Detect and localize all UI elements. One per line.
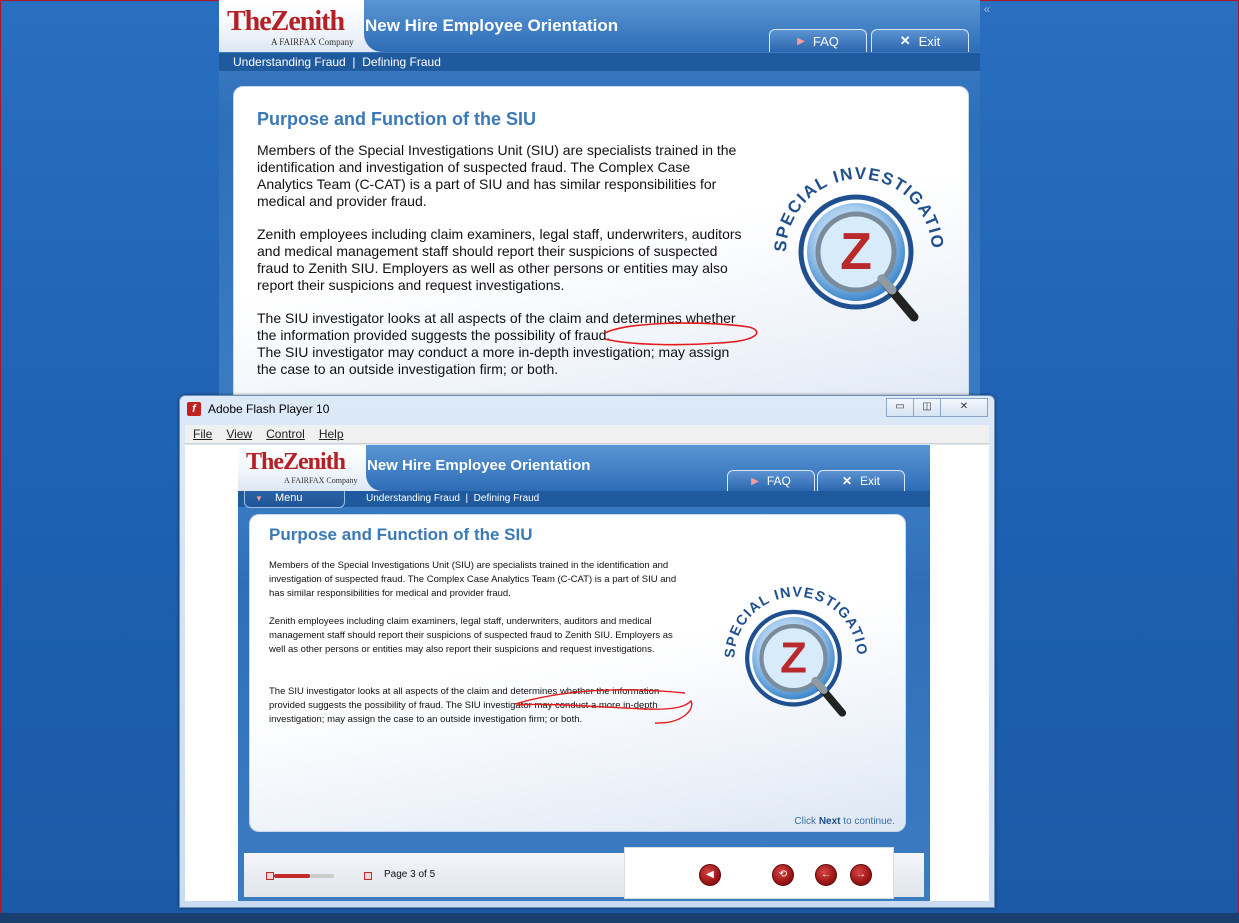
maximize-button[interactable]: ◫ [913, 398, 941, 417]
zenith-logo: TheZenith [227, 6, 345, 37]
play-triangle-icon: ▶ [751, 475, 759, 487]
close-button[interactable]: ✕ [940, 398, 988, 417]
paragraph-1: Members of the Special Investigations Un… [257, 142, 737, 209]
menu-control[interactable]: Control [266, 427, 305, 441]
flash-logo-icon: f [187, 402, 201, 416]
collapse-icon[interactable]: « [980, 2, 994, 16]
course-shell-top: TheZenith A FAIRFAX Company New Hire Emp… [219, 0, 980, 400]
exit-label: Exit [918, 33, 941, 49]
exit-button-small[interactable]: ✕ Exit [817, 470, 905, 491]
close-icon: ✕ [899, 33, 911, 48]
replay-button[interactable]: ⟲ [772, 864, 794, 886]
zenith-logo-small: TheZenith [246, 449, 346, 475]
progress-fill [274, 874, 310, 878]
taskbar [0, 913, 1239, 923]
faq-button[interactable]: ▶ FAQ [769, 29, 867, 52]
audio-button[interactable]: ◀ [699, 864, 721, 886]
exit-label: Exit [860, 474, 881, 488]
flash-stage: TheZenith A FAIRFAX Company New Hire Emp… [185, 445, 989, 901]
page-marker-icon [364, 872, 372, 880]
next-prefix: Click [794, 816, 819, 827]
next-button[interactable]: → [850, 864, 872, 886]
menu-label: Menu [275, 492, 303, 504]
red-annotation-flash [514, 689, 693, 724]
logo-subtitle-small: A FAIRFAX Company [284, 476, 358, 485]
progress-bar [274, 874, 334, 878]
breadcrumb-text: Understanding Fraud | Defining Fraud [233, 55, 441, 69]
z-letter: Z [840, 223, 872, 281]
menu-bar: File View Control Help [185, 425, 989, 444]
menu-button[interactable]: ▼ Menu [244, 491, 345, 508]
flash-player-window: f Adobe Flash Player 10 ▭ ◫ ✕ File View … [179, 395, 995, 908]
faq-button-small[interactable]: ▶ FAQ [727, 470, 815, 491]
paragraph-4: The SIU investigator may conduct a more … [257, 344, 730, 377]
page-indicator: Page 3 of 5 [384, 869, 436, 880]
progress-start-marker [266, 872, 274, 880]
logo-subtitle: A FAIRFAX Company [271, 37, 354, 47]
z-letter-small: Z [780, 633, 807, 682]
window-title: Adobe Flash Player 10 [208, 402, 330, 416]
menu-help[interactable]: Help [319, 427, 344, 441]
siu-badge-small: SPECIAL INVESTIGATIONS UNIT Z [716, 575, 868, 717]
slide-panel: Purpose and Function of the SIU Members … [233, 86, 969, 400]
minimize-button[interactable]: ▭ [886, 398, 914, 417]
exit-button[interactable]: ✕ Exit [871, 29, 969, 52]
slide-heading-small: Purpose and Function of the SIU [269, 525, 533, 544]
red-annotation-top [604, 322, 758, 346]
click-next-hint: Click Next to continue. [794, 816, 895, 827]
player-navbar: Page 3 of 5 ◀ ⟲ ← → [244, 847, 924, 899]
faq-label: FAQ [766, 474, 791, 488]
paragraph-2: Zenith employees including claim examine… [257, 226, 742, 293]
faq-label: FAQ [812, 33, 839, 49]
play-triangle-icon: ▶ [797, 35, 805, 47]
breadcrumb-text: Understanding Fraud | Defining Fraud [366, 493, 540, 504]
slide-panel-small: Purpose and Function of the SIU Members … [249, 514, 906, 832]
course-title-small: New Hire Employee Orientation [367, 457, 591, 474]
paragraph-1-small: Members of the Special Investigations Un… [269, 560, 677, 599]
slide-heading: Purpose and Function of the SIU [257, 109, 536, 129]
course-shell-flash: TheZenith A FAIRFAX Company New Hire Emp… [238, 445, 930, 901]
breadcrumb: Understanding Fraud | Defining Fraud [219, 53, 980, 71]
menu-arrow-icon: ▼ [255, 494, 263, 503]
back-button[interactable]: ← [815, 864, 837, 886]
paragraph-2-small: Zenith employees including claim examine… [269, 616, 673, 655]
close-icon: ✕ [841, 474, 853, 488]
next-suffix: to continue. [840, 816, 895, 827]
course-title: New Hire Employee Orientation [365, 16, 619, 35]
siu-badge: SPECIAL INVESTIGATIONS UNIT Z [764, 157, 946, 322]
menu-file[interactable]: File [193, 427, 212, 441]
next-word: Next [818, 816, 841, 827]
menu-view[interactable]: View [226, 427, 252, 441]
